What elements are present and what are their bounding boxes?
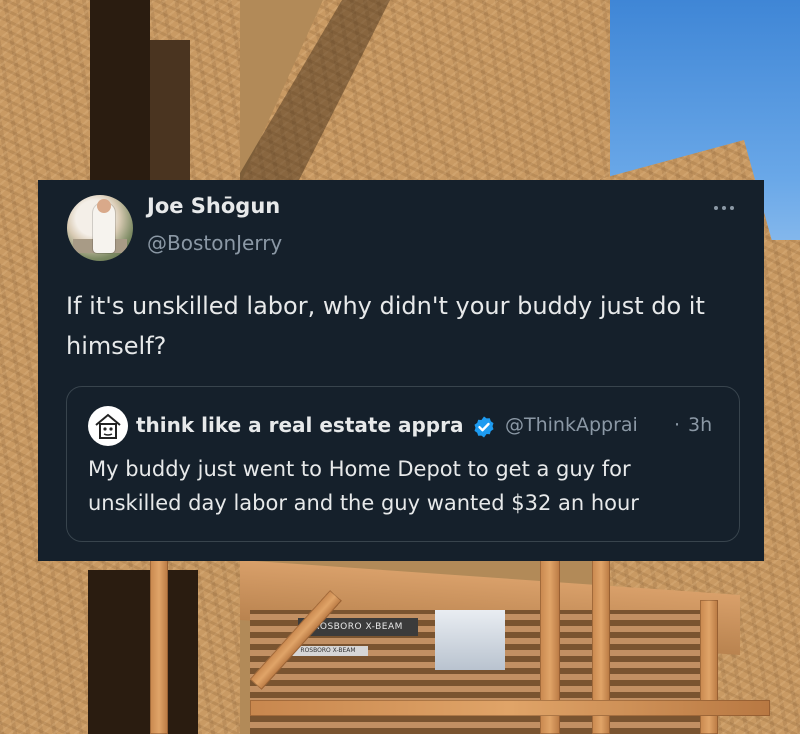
- tweet-text: If it's unskilled labor, why didn't your…: [66, 292, 705, 360]
- scaffold-rail: [250, 700, 770, 716]
- window-opening-lower: [88, 570, 198, 734]
- author-display-name[interactable]: Joe Shōgun: [147, 194, 280, 218]
- more-options-button[interactable]: [707, 196, 741, 220]
- quoted-author-display-name[interactable]: think like a real estate appra: [136, 413, 472, 437]
- more-horizontal-icon: [714, 206, 718, 210]
- author-avatar[interactable]: [67, 195, 133, 261]
- window-opening-upper: [90, 0, 150, 180]
- quoted-timestamp[interactable]: 3h: [688, 414, 712, 436]
- lumber-wrap: [435, 610, 505, 670]
- stud: [150, 560, 168, 734]
- window-frame-upper: [150, 40, 190, 180]
- lumber-wrap-label-small: ROSBORO X-BEAM: [288, 646, 368, 656]
- verified-badge-icon: [474, 416, 494, 438]
- separator-dot: ·: [674, 414, 681, 436]
- quoted-author-handle[interactable]: @ThinkApprai: [505, 414, 672, 436]
- quoted-tweet-text: My buddy just went to Home Depot to get …: [88, 457, 639, 515]
- author-handle[interactable]: @BostonJerry: [147, 231, 282, 255]
- more-horizontal-icon: [722, 206, 726, 210]
- more-horizontal-icon: [730, 206, 734, 210]
- quoted-author-avatar[interactable]: [88, 406, 128, 446]
- avatar-head: [97, 199, 111, 213]
- house-face-icon: [95, 413, 121, 439]
